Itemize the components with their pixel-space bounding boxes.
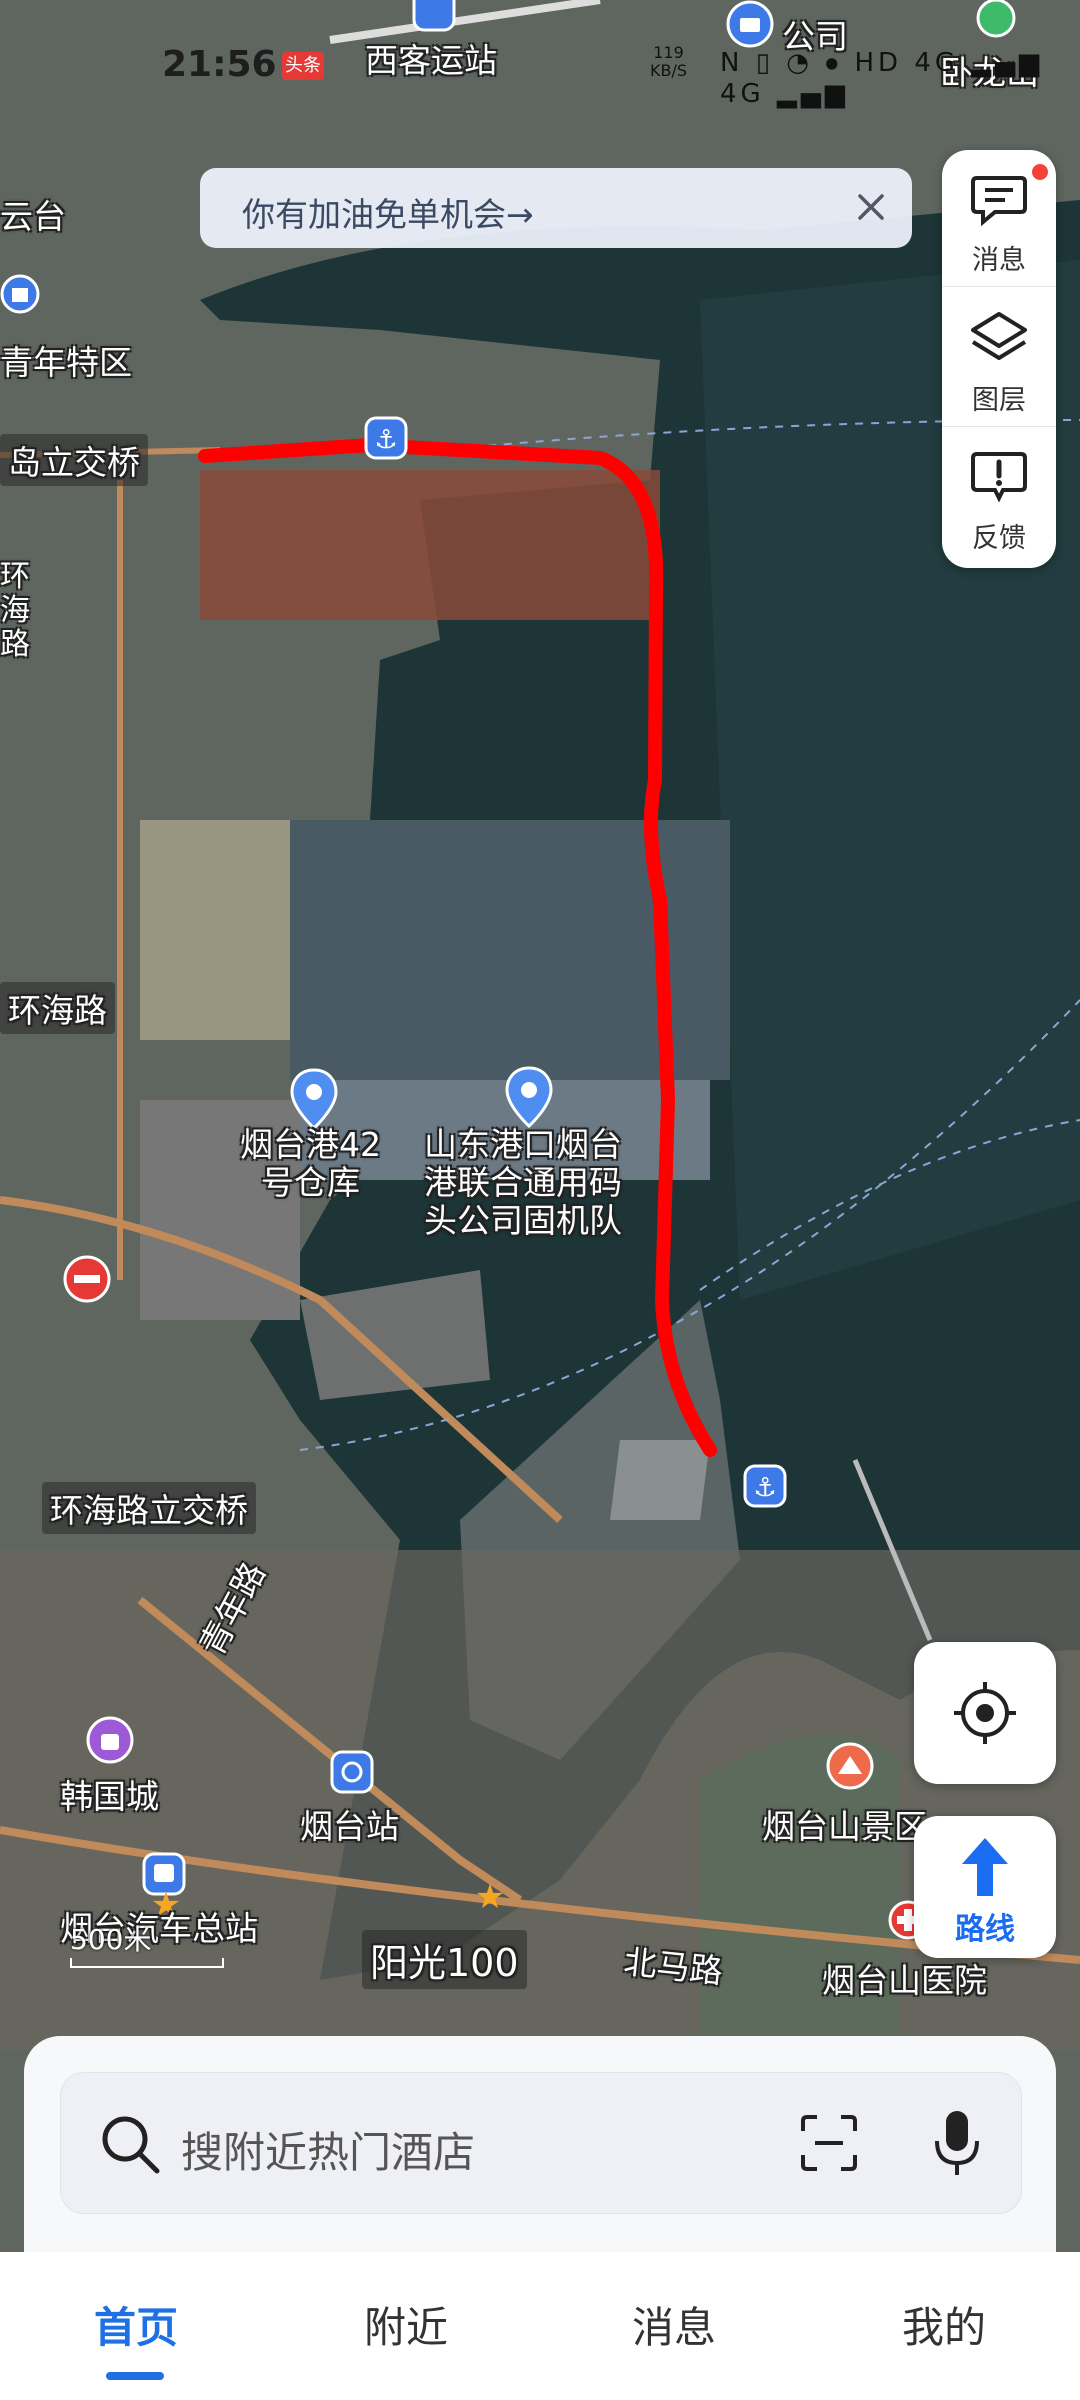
news-badge: 头条	[282, 52, 324, 80]
label-warehouse: 烟台港42 号仓库	[240, 1125, 381, 1202]
svg-text:⚓: ⚓	[374, 425, 397, 455]
messages-tool[interactable]: 消息	[942, 150, 1056, 287]
anchor-pin-top-icon[interactable]: ⚓	[364, 416, 408, 464]
feedback-tool-label: 反馈	[972, 523, 1026, 554]
label-overpass-top: 岛立交桥	[0, 434, 148, 486]
layers-icon	[971, 312, 1027, 360]
unread-dot	[1032, 164, 1048, 180]
close-icon[interactable]	[846, 182, 896, 232]
search-icon	[102, 2116, 160, 2174]
label-beima-road: 北马路	[621, 1941, 725, 1992]
warehouse-pin-icon[interactable]	[290, 1068, 338, 1130]
layers-tool-label: 图层	[972, 385, 1026, 416]
scan-icon[interactable]	[797, 2111, 861, 2175]
label-sunshine-100: 阳光100	[362, 1930, 527, 1989]
label-youth-zone: 青年特区	[0, 343, 132, 382]
route-label: 路线	[955, 1912, 1015, 1947]
anchor-pin-icon[interactable]: ⚓	[743, 1464, 787, 1512]
messages-tool-label: 消息	[972, 245, 1026, 276]
label-yantaishan: 烟台山景区	[762, 1807, 927, 1846]
locate-button[interactable]	[914, 1642, 1056, 1784]
status-time: 21:56	[162, 44, 277, 85]
port-team-pin-icon[interactable]	[505, 1066, 553, 1128]
search-bar[interactable]: 搜附近热门酒店	[60, 2072, 1022, 2214]
locate-icon	[954, 1682, 1016, 1744]
building-pin-icon[interactable]	[0, 274, 40, 318]
feedback-icon	[971, 452, 1027, 503]
tab-mine[interactable]: 我的	[864, 2294, 1024, 2355]
label-huanhai-overpass: 环海路立交桥	[42, 1482, 256, 1534]
feedback-tool[interactable]: 反馈	[942, 428, 1056, 564]
speed-unit: KB/S	[650, 61, 688, 80]
microphone-icon[interactable]	[929, 2107, 985, 2179]
no-entry-icon	[63, 1255, 111, 1303]
scenic-pin-icon[interactable]	[826, 1742, 874, 1794]
label-hospital: 烟台山医院	[822, 1961, 987, 2000]
label-huanhai-road: 环海路	[0, 982, 115, 1034]
promo-text[interactable]: 你有加油免单机会→	[242, 188, 534, 236]
promo-banner[interactable]: 你有加油免单机会→	[200, 168, 912, 248]
tab-home[interactable]: 首页	[56, 2294, 216, 2355]
shopping-pin-icon[interactable]	[86, 1716, 134, 1768]
scale-label: 500米	[70, 1923, 152, 1956]
message-icon	[971, 176, 1027, 227]
search-placeholder[interactable]: 搜附近热门酒店	[181, 2119, 475, 2180]
tab-messages[interactable]: 消息	[594, 2294, 754, 2355]
label-vertical-road: 环海路	[0, 559, 30, 662]
network-speed: 119 KB/S	[650, 44, 687, 80]
tab-active-indicator	[106, 2372, 164, 2380]
bottom-tab-bar: 首页 附近 消息 我的	[0, 2252, 1080, 2400]
label-port-team: 山东港口烟台 港联合通用码 头公司固机队	[424, 1125, 622, 1240]
star-poi-icon-2[interactable]: ★	[470, 1876, 510, 1916]
scale-bar	[70, 1958, 224, 1968]
route-button[interactable]: 路线	[914, 1816, 1056, 1958]
svg-text:★: ★	[475, 1877, 505, 1916]
tab-nearby[interactable]: 附近	[326, 2294, 486, 2355]
train-station-pin-icon[interactable]	[330, 1750, 374, 1802]
label-tai: 云台	[0, 197, 66, 236]
speed-value: 119	[653, 43, 684, 62]
route-arrow-icon	[962, 1838, 1008, 1896]
map-tools-panel: 消息 图层 反馈	[942, 150, 1056, 568]
label-korea-city: 韩国城	[60, 1777, 159, 1816]
svg-text:⚓: ⚓	[753, 1473, 776, 1503]
status-bar: 21:56 头条 119 KB/S N ▯ ◔ ⦁ HD 4G ▂▄▆ 4G ▂▄…	[0, 0, 1080, 120]
layers-tool[interactable]: 图层	[942, 290, 1056, 427]
label-yantai-station: 烟台站	[300, 1807, 399, 1846]
status-indicators: N ▯ ◔ ⦁ HD 4G ▂▄▆ 4G ▂▄▆	[720, 48, 1044, 109]
